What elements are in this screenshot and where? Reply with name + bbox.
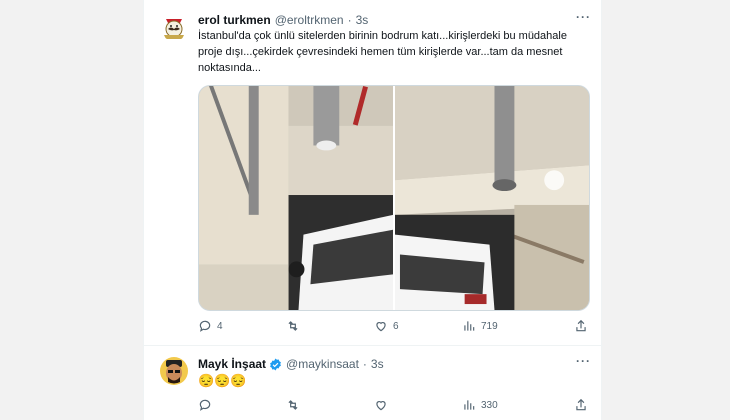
retweet-icon — [288, 400, 298, 410]
reply-icon — [199, 320, 211, 332]
retweet-button[interactable] — [286, 398, 305, 412]
timestamp[interactable]: 3s — [371, 357, 384, 371]
like-button[interactable]: 6 — [374, 319, 399, 333]
moustache-emblem-avatar-icon — [160, 13, 188, 41]
views-icon — [464, 321, 475, 331]
avatar[interactable] — [160, 13, 188, 41]
views-button[interactable]: 719 — [462, 319, 498, 333]
reply-button[interactable]: 4 — [198, 319, 223, 333]
separator-dot: · — [347, 13, 352, 27]
timeline-card: erol turkmen @eroltrkmen · 3s ··· İstanb… — [143, 0, 603, 420]
more-options-icon[interactable]: ··· — [576, 354, 591, 368]
tweet-photo[interactable] — [395, 86, 589, 310]
reply-icon — [199, 399, 211, 411]
tweet[interactable]: Mayk İnşaat @maykinsaat · 3s ··· 😔😔😔 330 — [144, 346, 603, 420]
tweet-actions: 4 6 719 — [198, 319, 590, 337]
verified-badge-icon — [270, 358, 281, 370]
user-handle[interactable]: @maykinsaat — [286, 357, 359, 371]
heart-icon — [376, 401, 386, 411]
view-count: 330 — [481, 399, 498, 411]
share-button[interactable] — [574, 398, 588, 412]
display-name[interactable]: Mayk İnşaat — [198, 357, 266, 371]
tweet-header: Mayk İnşaat @maykinsaat · 3s — [198, 357, 384, 371]
garage-photo-right — [395, 86, 589, 310]
reply-count: 4 — [217, 320, 223, 332]
garage-photo-left — [199, 86, 393, 310]
cartoon-face-avatar-icon — [160, 357, 188, 385]
timestamp[interactable]: 3s — [356, 13, 369, 27]
tweet[interactable]: erol turkmen @eroltrkmen · 3s ··· İstanb… — [144, 0, 603, 346]
heart-icon — [376, 322, 386, 332]
share-icon — [576, 319, 586, 332]
reply-button[interactable] — [198, 398, 217, 412]
share-button[interactable] — [574, 319, 588, 333]
display-name[interactable]: erol turkmen — [198, 13, 271, 27]
media-grid[interactable] — [198, 85, 590, 311]
like-count: 6 — [393, 320, 399, 332]
tweet-photo[interactable] — [199, 86, 393, 310]
tweet-header: erol turkmen @eroltrkmen · 3s — [198, 13, 368, 27]
tweet-text: İstanbul'da çok ünlü sitelerden birinin … — [198, 30, 567, 74]
like-button[interactable] — [374, 398, 393, 412]
avatar[interactable] — [160, 357, 188, 385]
more-options-icon[interactable]: ··· — [576, 10, 591, 24]
views-icon — [464, 400, 475, 410]
tweet-text: 😔😔😔 — [198, 373, 247, 388]
retweet-icon — [288, 321, 298, 331]
separator-dot: · — [362, 357, 367, 371]
user-handle[interactable]: @eroltrkmen — [275, 13, 344, 27]
tweet-actions: 330 — [198, 398, 590, 416]
views-button[interactable]: 330 — [462, 398, 498, 412]
retweet-button[interactable] — [286, 319, 305, 333]
share-icon — [576, 398, 586, 411]
view-count: 719 — [481, 320, 498, 332]
